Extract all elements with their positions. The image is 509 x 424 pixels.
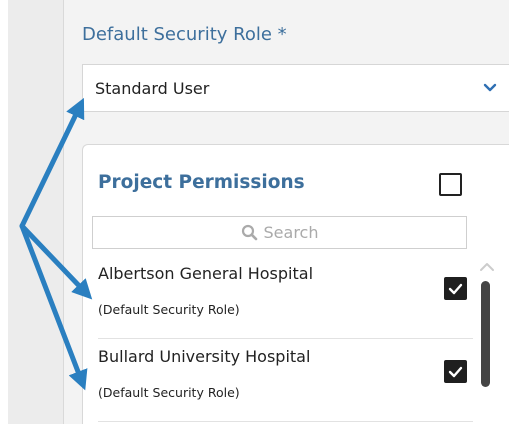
left-strip [0,0,8,424]
checkmark-icon [448,366,463,377]
scrollbar-thumb[interactable] [481,281,490,387]
checkmark-icon [448,283,463,294]
project-permissions-title: Project Permissions [98,172,305,193]
project-row: Bullard University Hospital (Default Sec… [98,340,473,422]
project-role: (Default Security Role) [98,302,240,317]
security-role-dropdown[interactable]: Standard User [82,64,509,112]
chevron-up-icon[interactable] [479,261,495,273]
project-name: Albertson General Hospital [98,264,314,283]
security-role-value: Standard User [95,78,210,98]
project-name: Bullard University Hospital [98,347,311,366]
security-role-label: Default Security Role * [82,24,287,45]
chevron-down-icon [483,83,497,92]
project-row: Albertson General Hospital (Default Secu… [98,257,473,339]
project-permissions-card: Project Permissions Search Albertson Gen… [82,144,509,424]
search-icon [241,224,257,241]
project-role: (Default Security Role) [98,385,240,400]
project-search-input[interactable]: Search [92,216,467,249]
project-checkbox[interactable] [444,277,467,300]
left-gutter [8,0,64,424]
search-placeholder: Search [263,223,319,242]
project-checkbox[interactable] [444,360,467,383]
select-all-checkbox[interactable] [439,173,462,196]
